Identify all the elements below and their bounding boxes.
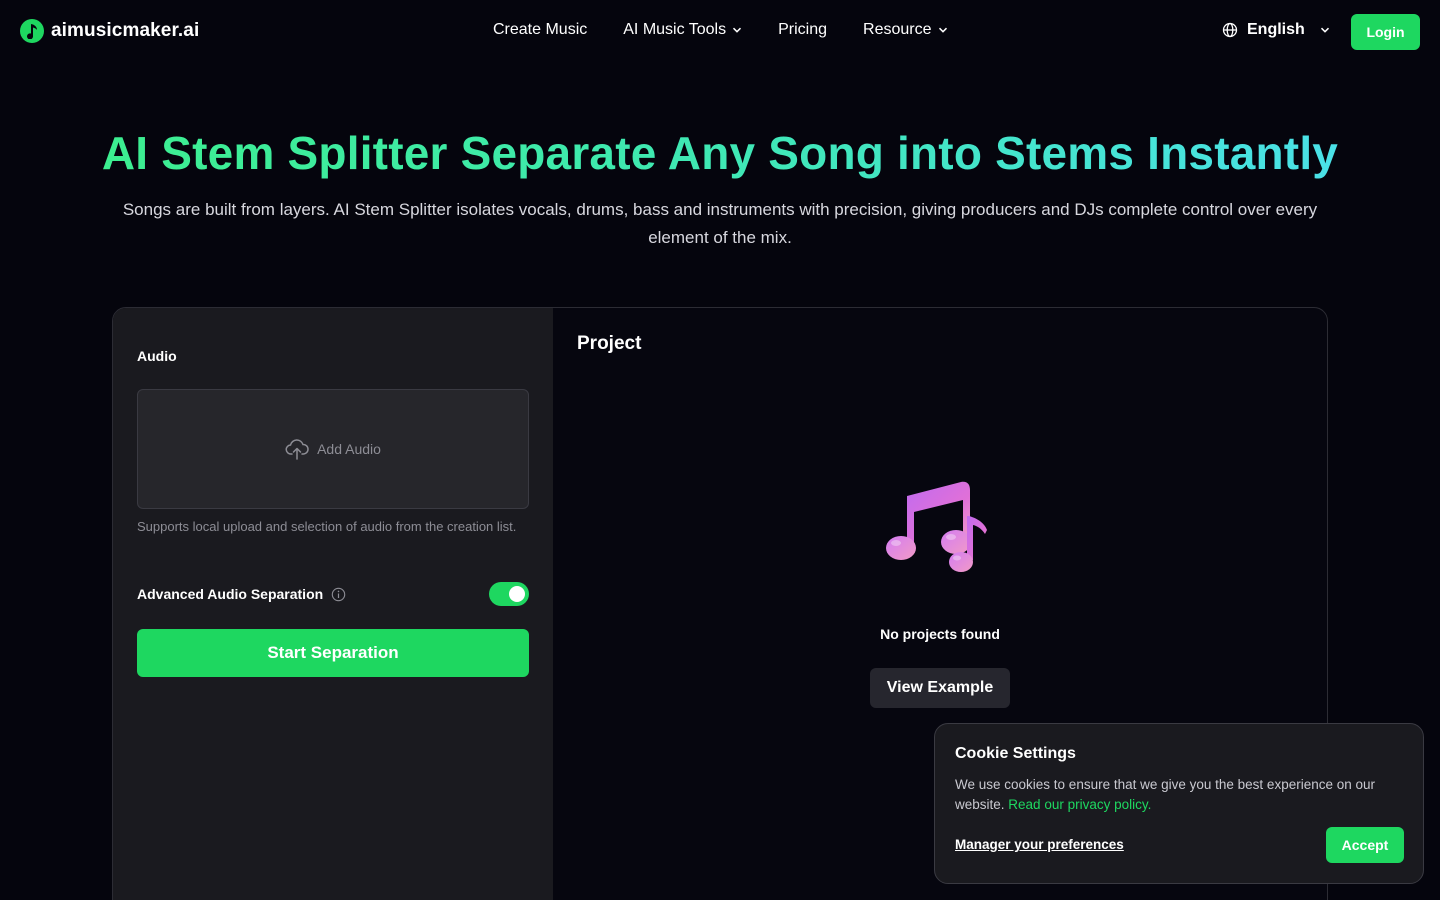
- advanced-separation-row: Advanced Audio Separation: [137, 582, 529, 606]
- start-separation-button[interactable]: Start Separation: [137, 629, 529, 677]
- nav-create-music-label: Create Music: [493, 21, 588, 38]
- cookie-title: Cookie Settings: [955, 745, 1076, 762]
- music-notes-illustration: [886, 481, 987, 572]
- empty-state-text: No projects found: [880, 626, 1000, 642]
- site-logo[interactable]: aimusicmaker.ai: [20, 19, 199, 43]
- logo-text: aimusicmaker.ai: [51, 20, 200, 41]
- advanced-separation-label: Advanced Audio Separation: [137, 586, 324, 602]
- project-title: Project: [577, 333, 642, 354]
- add-audio-dropzone[interactable]: Add Audio: [137, 389, 529, 509]
- main-nav: Create Music AI Music Tools Pricing Reso…: [493, 21, 984, 39]
- upload-help-text: Supports local upload and selection of a…: [137, 519, 517, 534]
- add-audio-label: Add Audio: [317, 441, 381, 457]
- accept-cookies-button[interactable]: Accept: [1326, 827, 1404, 863]
- page-title: AI Stem Splitter Separate Any Song into …: [0, 126, 1440, 180]
- audio-section-label: Audio: [137, 348, 177, 364]
- nav-pricing[interactable]: Pricing: [778, 21, 827, 39]
- cookie-banner: Cookie Settings We use cookies to ensure…: [934, 723, 1424, 884]
- privacy-policy-link[interactable]: Read our privacy policy.: [1008, 797, 1151, 812]
- info-icon[interactable]: [331, 587, 346, 602]
- page-subtitle: Songs are built from layers. AI Stem Spl…: [122, 200, 1318, 247]
- audio-input-panel: Audio Add Audio Supports local upload an…: [113, 308, 553, 900]
- nav-resource-label: Resource: [863, 21, 932, 38]
- manage-preferences-link[interactable]: Manager your preferences: [955, 837, 1124, 852]
- top-navbar: aimusicmaker.ai Create Music AI Music To…: [0, 0, 1440, 64]
- toggle-knob: [509, 586, 525, 602]
- globe-icon: [1222, 22, 1238, 38]
- language-label: English: [1247, 21, 1305, 38]
- chevron-down-icon: [733, 27, 742, 33]
- nav-ai-music-tools-label: AI Music Tools: [623, 21, 727, 38]
- nav-ai-music-tools[interactable]: AI Music Tools: [623, 21, 742, 39]
- chevron-down-icon: [938, 27, 947, 33]
- chevron-down-icon: [1320, 27, 1329, 33]
- advanced-separation-toggle[interactable]: [489, 582, 529, 606]
- cloud-upload-icon: [285, 439, 309, 460]
- cookie-text: We use cookies to ensure that we give yo…: [955, 775, 1405, 815]
- language-selector[interactable]: English: [1222, 21, 1330, 39]
- nav-create-music[interactable]: Create Music: [493, 21, 587, 39]
- nav-resource[interactable]: Resource: [863, 21, 947, 39]
- view-example-button[interactable]: View Example: [870, 668, 1010, 708]
- nav-pricing-label: Pricing: [778, 21, 828, 38]
- login-button[interactable]: Login: [1351, 14, 1420, 50]
- music-note-icon: [20, 19, 44, 43]
